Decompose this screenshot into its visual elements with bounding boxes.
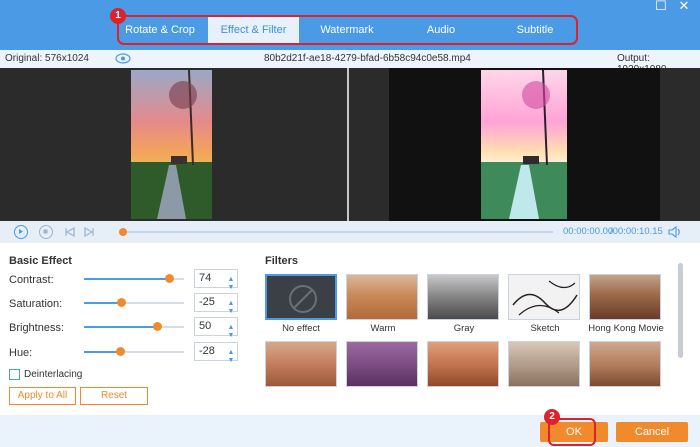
hue-slider[interactable] [84,347,184,356]
filter-thumbnail[interactable] [508,341,580,387]
total-time: /00:00:10.15 [610,226,663,237]
brightness-slider[interactable] [84,322,184,331]
filter-no-effect-label: No effect [282,323,320,334]
saturation-value[interactable]: -25 ▲ ▼ [194,293,238,315]
deinterlacing-checkbox[interactable] [9,369,20,380]
filters-scrollbar[interactable] [678,263,683,358]
info-bar: Original: 576x1024 80b2d21f-ae18-4279-bf… [0,50,700,75]
filter-gray-label: Gray [453,323,475,334]
filter-sketch[interactable] [508,274,580,320]
filter-no-effect[interactable] [265,274,337,320]
next-frame-icon[interactable] [83,226,95,241]
annotation-badge-1: 1 [110,8,126,24]
contrast-label: Contrast: [9,274,54,286]
timeline-playhead[interactable] [119,228,127,236]
tab-effect-filter[interactable]: Effect & Filter [208,17,299,43]
timeline-track[interactable] [119,228,553,236]
brightness-value-text: 50 [199,320,212,332]
contrast-value[interactable]: 74 ▲ ▼ [194,269,238,291]
original-video [131,70,212,219]
saturation-slider[interactable] [84,298,184,307]
hue-slider-knob[interactable] [116,347,125,356]
filter-hong-kong-movie[interactable] [589,274,661,320]
file-name: 80b2d21f-ae18-4279-bfad-6b58c94c0e58.mp4 [264,53,471,64]
filter-warm[interactable] [346,274,418,320]
annotation-badge-2: 2 [544,409,560,425]
saturation-slider-knob[interactable] [117,298,126,307]
hue-label: Hue: [9,347,33,359]
stop-icon[interactable] [39,225,53,239]
reset-button[interactable]: Reset [80,387,148,405]
previous-frame-icon[interactable] [64,226,76,241]
hue-value-text: -28 [199,345,215,357]
basic-effect-title: Basic Effect [9,255,72,267]
preview-divider [347,68,349,221]
filter-thumbnail[interactable] [346,341,418,387]
saturation-value-text: -25 [199,296,215,308]
play-icon[interactable] [14,225,28,239]
hue-value[interactable]: -28 ▲ ▼ [194,342,238,364]
apply-to-all-button[interactable]: Apply to All [9,387,76,405]
close-icon[interactable]: ✕ [678,0,690,12]
brightness-label: Brightness: [9,322,65,334]
no-effect-icon [289,285,317,313]
filter-hong-kong-movie-label: Hong Kong Movie [588,323,664,334]
restore-icon[interactable]: ☐ [655,0,667,12]
cancel-button[interactable]: Cancel [616,422,688,442]
current-time: 00:00:00.00 [563,226,614,237]
filter-thumbnail[interactable] [589,341,661,387]
contrast-value-text: 74 [199,272,212,284]
deinterlacing-label: Deinterlacing [24,369,83,380]
tab-audio[interactable]: Audio [400,17,482,43]
tab-rotate-crop[interactable]: Rotate & Crop [119,17,201,43]
tab-watermark[interactable]: Watermark [306,17,388,43]
brightness-value[interactable]: 50 ▲ ▼ [194,317,238,339]
filter-thumbnail[interactable] [427,341,499,387]
filter-gray[interactable] [427,274,499,320]
eye-icon[interactable] [115,53,131,67]
contrast-slider-knob[interactable] [165,274,174,283]
playback-bar: 00:00:00.00 /00:00:10.15 [0,221,700,243]
brightness-slider-knob[interactable] [153,322,162,331]
stepper-down-icon[interactable]: ▼ [226,352,236,369]
dialog-footer: OK 2 Cancel [0,409,700,447]
tab-subtitle[interactable]: Subtitle [494,17,576,43]
volume-icon[interactable] [668,225,682,241]
filter-thumbnail[interactable] [265,341,337,387]
filter-warm-label: Warm [370,323,396,334]
contrast-slider[interactable] [84,274,184,283]
preview-area [0,68,700,221]
output-video [481,70,567,219]
filters-title: Filters [265,255,299,267]
filter-sketch-label: Sketch [530,323,560,334]
saturation-label: Saturation: [9,298,63,310]
effect-controls: Basic Effect Contrast: 74 ▲ ▼ Saturation: … [0,243,700,415]
original-resolution: Original: 576x1024 [5,53,89,64]
